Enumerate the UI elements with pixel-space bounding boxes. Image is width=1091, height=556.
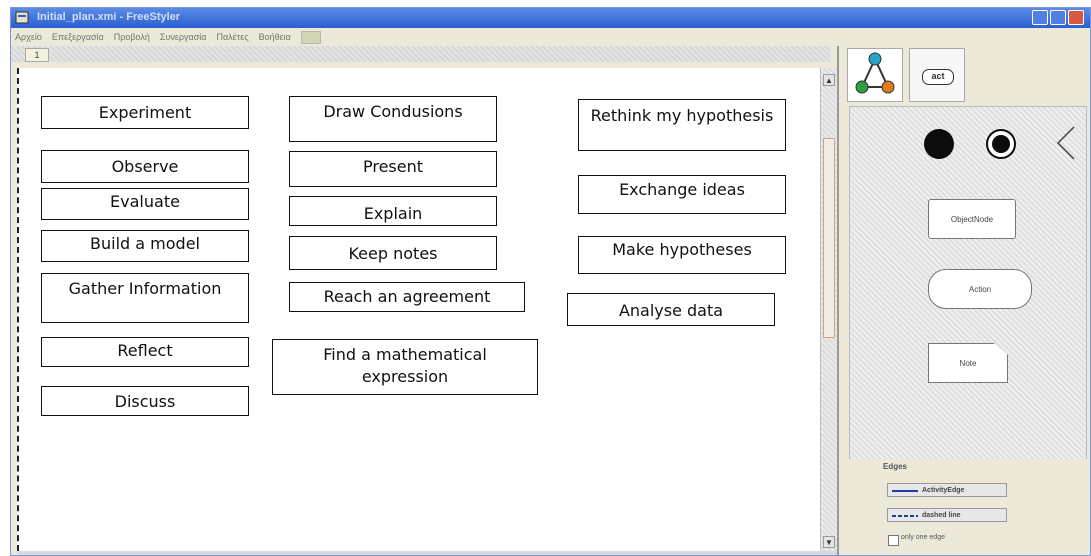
menu-help[interactable]: Βοήθεια [259,32,291,42]
window-title: Initial_plan.xmi - FreeStyler [37,11,181,23]
dashed-line-icon [892,515,918,517]
node-present[interactable]: Present [289,151,497,187]
node-evaluate[interactable]: Evaluate [41,188,249,220]
object-node-shape[interactable]: ObjectNode [928,199,1016,239]
node-observe[interactable]: Observe [41,150,249,183]
action-shape[interactable]: Action [928,269,1032,309]
node-find-math-expression[interactable]: Find a mathematical expression [272,339,538,395]
toolbar-icon[interactable] [300,30,321,44]
title-bar: Initial_plan.xmi - FreeStyler [11,8,1090,28]
solid-arrow-icon [892,490,918,492]
menu-collaboration[interactable]: Συνεργασία [160,32,207,42]
note-shape[interactable]: Note [928,343,1008,383]
node-explain[interactable]: Explain [289,196,497,226]
scroll-up-icon[interactable]: ▲ [823,74,835,86]
workspace-tab-strip [11,46,831,62]
menu-edit[interactable]: Επεξεργασία [52,32,104,42]
maximize-button[interactable] [1050,10,1066,25]
canvas-vertical-scrollbar[interactable]: ▲ ▼ [820,68,837,551]
node-exchange-ideas[interactable]: Exchange ideas [578,175,786,214]
edges-title: Edges [883,462,908,471]
palette-shapes: ObjectNode Action Note [849,106,1087,496]
only-one-edge-checkbox[interactable] [888,535,899,546]
menu-file[interactable]: Αρχείο [15,32,42,42]
menu-view[interactable]: Προβολή [114,32,150,42]
only-one-edge-label: only one edge [901,534,945,541]
minimize-button[interactable] [1032,10,1048,25]
graph-palette-icon [855,52,895,94]
node-analyse-data[interactable]: Analyse data [567,293,775,326]
workspace-tab-1[interactable]: 1 [25,48,49,62]
close-button[interactable] [1068,10,1084,25]
dashed-line-button[interactable]: dashed line [887,508,1007,522]
drawing-canvas[interactable]: Experiment Observe Evaluate Build a mode… [17,68,820,551]
node-gather-information[interactable]: Gather Information [41,273,249,323]
node-reflect[interactable]: Reflect [41,337,249,367]
tab-activity-palette[interactable]: act [909,48,965,102]
activity-edge-label: ActivityEdge [922,487,965,494]
scroll-thumb[interactable] [823,138,835,338]
node-experiment[interactable]: Experiment [41,96,249,129]
node-make-hypotheses[interactable]: Make hypotheses [578,236,786,274]
dashed-line-label: dashed line [922,512,961,519]
act-tab-label: act [922,69,954,85]
canvas-horizontal-scrollbar[interactable] [17,551,837,555]
menu-palettes[interactable]: Παλέτες [216,32,248,42]
node-draw-conclusions[interactable]: Draw Condusions [289,96,497,142]
app-window: Initial_plan.xmi - FreeStyler Αρχείο Επε… [10,7,1091,556]
final-node-icon[interactable] [986,129,1016,159]
app-icon [15,11,29,24]
scroll-down-icon[interactable]: ▼ [823,536,835,548]
node-keep-notes[interactable]: Keep notes [289,236,497,270]
node-rethink-hypothesis[interactable]: Rethink my hypothesis [578,99,786,151]
activity-edge-button[interactable]: ActivityEdge [887,483,1007,497]
palette-panel: act ObjectNode Action Note Edges Activit… [837,46,1090,555]
menu-bar: Αρχείο Επεξεργασία Προβολή Συνεργασία Πα… [11,29,831,45]
decision-node-icon[interactable] [1046,125,1076,161]
tab-graph-palette[interactable] [847,48,903,102]
node-build-model[interactable]: Build a model [41,230,249,262]
node-discuss[interactable]: Discuss [41,386,249,416]
node-reach-agreement[interactable]: Reach an agreement [289,282,525,312]
initial-node-icon[interactable] [924,129,954,159]
